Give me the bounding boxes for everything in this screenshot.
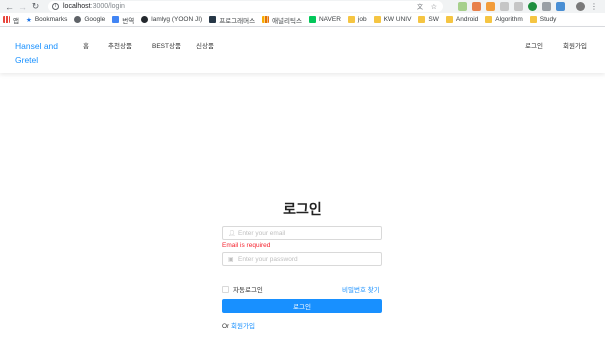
brand-line-1: Hansel and bbox=[15, 41, 59, 51]
bookmark-analytics[interactable]: 애널리틱스 bbox=[262, 15, 302, 25]
browser-toolbar: ← → ↻ i localhost:3000/login 文 ☆ ⋮ bbox=[0, 0, 605, 13]
apps-grid-icon bbox=[3, 16, 10, 23]
lock-icon: ▣ bbox=[228, 256, 234, 263]
star-icon[interactable]: ☆ bbox=[431, 3, 437, 11]
extensions: ⋮ bbox=[458, 2, 598, 11]
password-field[interactable]: ▣ bbox=[222, 252, 382, 266]
github-icon bbox=[141, 16, 149, 23]
header-login-link[interactable]: 로그인 bbox=[525, 40, 543, 50]
reload-icon[interactable]: ↻ bbox=[29, 0, 42, 13]
folder-icon bbox=[418, 16, 426, 23]
address-bar[interactable]: i localhost:3000/login 文 ☆ bbox=[48, 1, 443, 12]
signup-link[interactable]: 회원가입 bbox=[231, 323, 255, 330]
bookmark-folder-algorithm[interactable]: Algorithm bbox=[485, 16, 523, 23]
programmers-icon bbox=[209, 16, 217, 23]
nav-recommended[interactable]: 추천상품 bbox=[108, 40, 132, 50]
remember-checkbox[interactable] bbox=[222, 285, 229, 293]
header-signup-link[interactable]: 회원가입 bbox=[563, 40, 587, 50]
folder-icon bbox=[485, 16, 493, 23]
login-button[interactable]: 로그인 bbox=[222, 299, 382, 313]
avatar[interactable] bbox=[576, 2, 585, 11]
nav-home[interactable]: 홈 bbox=[83, 40, 89, 50]
or-text: Or bbox=[222, 323, 232, 330]
signup-prompt: Or 회원가입 bbox=[222, 320, 255, 330]
translate-icon[interactable]: 文 bbox=[417, 2, 423, 11]
folder-icon bbox=[373, 16, 381, 23]
info-icon[interactable]: i bbox=[52, 3, 59, 10]
bookmark-apps[interactable]: 앱 bbox=[3, 15, 19, 25]
bookmark-bookmarks[interactable]: ★ Bookmarks bbox=[26, 16, 67, 24]
forgot-password-link[interactable]: 비밀번호 찾기 bbox=[342, 284, 380, 294]
bookmark-google[interactable]: Google bbox=[74, 16, 105, 23]
bookmarks-bar: 앱 ★ Bookmarks Google 번역 lamlyg (YOON JI) … bbox=[0, 13, 605, 27]
email-field[interactable]: 👤︎ bbox=[222, 226, 382, 240]
page-title: 로그인 bbox=[283, 201, 322, 217]
brand-logo[interactable]: Hansel and Gretel bbox=[15, 39, 75, 67]
user-icon: 👤︎ bbox=[228, 230, 236, 237]
extension-icon[interactable] bbox=[472, 2, 481, 11]
url-path: :3000/login bbox=[90, 3, 125, 10]
brand-line-2: Gretel bbox=[15, 55, 39, 65]
extension-icon[interactable] bbox=[486, 2, 495, 11]
folder-icon bbox=[445, 16, 453, 23]
bookmark-github[interactable]: lamlyg (YOON JI) bbox=[141, 16, 202, 23]
back-icon[interactable]: ← bbox=[3, 0, 16, 13]
email-error-message: Email is required bbox=[222, 242, 271, 249]
remember-me[interactable]: 자동로그인 bbox=[222, 284, 263, 294]
app-header: Hansel and Gretel 홈 추천상품 BEST상품 신상품 로그인 … bbox=[0, 27, 605, 73]
extension-icon[interactable] bbox=[542, 2, 551, 11]
bookmark-programmers[interactable]: 프로그래머스 bbox=[209, 15, 255, 25]
naver-icon bbox=[308, 16, 316, 23]
bookmark-folder-sw[interactable]: SW bbox=[418, 16, 439, 23]
bookmark-naver[interactable]: NAVER bbox=[308, 16, 341, 23]
extension-icon[interactable] bbox=[458, 2, 467, 11]
bookmark-folder-kw-univ[interactable]: KW UNIV bbox=[373, 16, 411, 23]
bookmark-folder-job[interactable]: job bbox=[347, 16, 367, 23]
menu-icon[interactable]: ⋮ bbox=[590, 2, 598, 11]
bookmark-folder-android[interactable]: Android bbox=[445, 16, 478, 23]
folder-icon bbox=[347, 16, 355, 23]
extension-icon[interactable] bbox=[528, 2, 537, 11]
nav-new[interactable]: 신상품 bbox=[196, 40, 214, 50]
analytics-icon bbox=[262, 16, 270, 23]
extension-icon[interactable] bbox=[556, 2, 565, 11]
url-host: localhost bbox=[63, 3, 91, 10]
bookmark-folder-study[interactable]: Study bbox=[529, 16, 556, 23]
bookmark-translate[interactable]: 번역 bbox=[112, 15, 134, 25]
remember-label: 자동로그인 bbox=[233, 287, 263, 294]
globe-icon bbox=[74, 16, 82, 23]
translate-icon bbox=[112, 16, 120, 23]
password-input[interactable] bbox=[238, 255, 378, 263]
star-icon: ★ bbox=[25, 16, 32, 24]
nav-best[interactable]: BEST상품 bbox=[152, 40, 181, 50]
extension-icon[interactable] bbox=[514, 2, 523, 11]
forward-icon[interactable]: → bbox=[16, 0, 29, 13]
email-input[interactable] bbox=[238, 229, 378, 237]
extension-icon[interactable] bbox=[500, 2, 509, 11]
folder-icon bbox=[529, 16, 537, 23]
